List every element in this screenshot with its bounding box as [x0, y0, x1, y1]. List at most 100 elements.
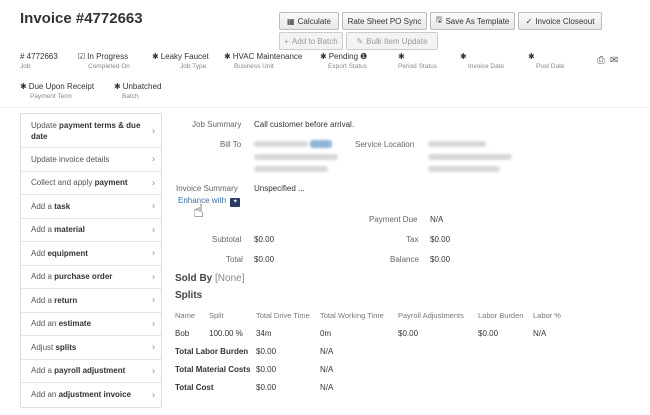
meta-invoice-date: ✱ Invoice Date: [460, 52, 505, 70]
service-location-address-redacted: [428, 154, 512, 160]
check-icon: ✓: [525, 16, 533, 26]
service-location-city-redacted: [428, 166, 500, 172]
chevron-right-icon: ›: [152, 247, 155, 258]
subtotal-value: $0.00: [254, 235, 275, 244]
email-icon[interactable]: ✉: [610, 55, 618, 66]
service-location-name-redacted: [428, 141, 486, 147]
sold-by: Sold By [None]: [175, 273, 245, 284]
subtotal-label: Subtotal: [212, 235, 242, 244]
save-as-template-button[interactable]: 🖫 Save As Template: [430, 12, 515, 30]
asterisk-icon: ✱: [224, 52, 231, 61]
meta-batch: ✱ Unbatched Batch: [114, 82, 162, 100]
sidebar-item-adjustment-invoice[interactable]: Add an adjustment invoice ›: [21, 383, 161, 407]
asterisk-icon: ✱: [320, 52, 327, 61]
total-cost-extra: N/A: [320, 383, 334, 392]
sidebar-item-payment[interactable]: Collect and apply payment ›: [21, 172, 161, 195]
split-row-name: Bob: [175, 329, 190, 338]
sidebar-item-splits[interactable]: Adjust splits ›: [21, 336, 161, 360]
total-material-costs-label: Total Material Costs: [175, 365, 251, 374]
split-row-split: 100.00 %: [209, 329, 243, 338]
job-summary-value: Call customer before arrival.: [254, 120, 355, 129]
col-header-labor-burden: Labor Burden: [478, 311, 524, 320]
sidebar-item-payment-terms[interactable]: Update payment terms & due date ›: [21, 114, 161, 148]
asterisk-icon: ✱: [528, 52, 535, 61]
col-header-labor-percent: Labor %: [533, 311, 561, 320]
sidebar-item-material[interactable]: Add a material ›: [21, 219, 161, 242]
asterisk-icon: ✱: [20, 82, 27, 91]
asterisk-icon: ✱: [114, 82, 121, 91]
bill-to-address-redacted: [254, 154, 338, 160]
action-sidebar: Update payment terms & due date › Update…: [20, 113, 162, 408]
calculate-button[interactable]: ▦ Calculate: [279, 12, 339, 30]
bulk-item-update-button[interactable]: ✎ Bulk Item Update: [346, 32, 438, 50]
col-header-name: Name: [175, 311, 196, 320]
bill-to-tag-redacted: [310, 140, 332, 148]
sidebar-item-estimate[interactable]: Add an estimate ›: [21, 313, 161, 336]
payment-due-value: N/A: [430, 215, 444, 224]
bill-to-city-redacted: [254, 166, 328, 172]
pencil-icon: ✎: [356, 36, 364, 46]
col-header-drive-time: Total Drive Time: [256, 311, 310, 320]
sidebar-item-equipment[interactable]: Add equipment ›: [21, 242, 161, 266]
meta-payment-term: ✱ Due Upon Receipt Payment Term: [20, 82, 95, 100]
meta-period-status: ✱ Period Status: [398, 52, 438, 70]
meta-completed: ☑ In Progress Completed On: [78, 52, 130, 70]
sidebar-item-task[interactable]: Add a task ›: [21, 195, 161, 219]
save-icon: 🖫: [435, 15, 443, 24]
edit-check-icon: ☑: [78, 52, 86, 61]
chevron-right-icon: ›: [152, 224, 155, 235]
meta-business-unit: ✱ HVAC Maintenance Business Unit: [224, 52, 303, 70]
print-icon[interactable]: ⎙: [597, 55, 605, 66]
cursor-hand-icon: ☝: [193, 201, 204, 221]
meta-job-type: ✱ Leaky Faucet Job Type: [152, 52, 209, 70]
meta-export-status: ✱ Pending ❶ Export Status: [320, 52, 368, 70]
chevron-right-icon: ›: [152, 389, 155, 400]
split-row-drive-time: 34m: [256, 329, 272, 338]
col-header-payroll-adjustments: Payroll Adjustments: [398, 311, 464, 320]
plus-icon: +: [284, 36, 289, 46]
add-to-batch-button[interactable]: + Add to Batch: [279, 32, 343, 50]
total-label: Total: [226, 255, 243, 264]
asterisk-icon: ✱: [398, 52, 405, 61]
info-icon[interactable]: ❶: [360, 52, 367, 61]
meta-post-date: ✱ Post Date: [528, 52, 565, 70]
invoice-closeout-button[interactable]: ✓ Invoice Closeout: [518, 12, 602, 30]
page-title: Invoice #4772663: [20, 10, 143, 27]
meta-job: # 4772663 Job: [20, 52, 58, 70]
splits-title: Splits: [175, 290, 203, 301]
header-divider: [0, 107, 650, 108]
chevron-right-icon: ›: [152, 294, 155, 305]
sidebar-item-purchase-order[interactable]: Add a purchase order ›: [21, 266, 161, 289]
split-row-labor-percent: N/A: [533, 329, 547, 338]
enhance-with-link[interactable]: Enhance with ✦: [178, 196, 241, 207]
tax-value: $0.00: [430, 235, 451, 244]
sidebar-item-return[interactable]: Add a return ›: [21, 289, 161, 313]
service-location-label: Service Location: [355, 140, 415, 149]
chevron-right-icon: ›: [152, 271, 155, 282]
ai-badge-icon: ✦: [230, 198, 241, 207]
chevron-right-icon: ›: [152, 200, 155, 211]
total-labor-burden-extra: N/A: [320, 347, 334, 356]
split-row-payroll-adjustments: $0.00: [398, 329, 419, 338]
col-header-working-time: Total Working Time: [320, 311, 384, 320]
chevron-right-icon: ›: [152, 318, 155, 329]
calculator-icon: ▦: [287, 16, 295, 26]
bill-to-label: Bill To: [220, 140, 242, 149]
total-material-costs-extra: N/A: [320, 365, 334, 374]
chevron-right-icon: ›: [152, 125, 155, 135]
sidebar-item-payroll-adjustment[interactable]: Add a payroll adjustment ›: [21, 360, 161, 383]
col-header-split: Split: [209, 311, 224, 320]
total-labor-burden-value: $0.00: [256, 347, 277, 356]
total-cost-value: $0.00: [256, 383, 277, 392]
chevron-right-icon: ›: [152, 341, 155, 352]
tag-icon: ✱: [152, 52, 159, 61]
bill-to-name-redacted: [254, 141, 308, 147]
invoice-summary-label: Invoice Summary: [176, 184, 238, 193]
chevron-right-icon: ›: [152, 153, 155, 164]
job-summary-label: Job Summary: [192, 120, 242, 129]
split-row-labor-burden: $0.00: [478, 329, 499, 338]
total-value: $0.00: [254, 255, 275, 264]
sidebar-item-invoice-details[interactable]: Update invoice details ›: [21, 148, 161, 172]
balance-label: Balance: [390, 255, 419, 264]
rate-sheet-sync-button[interactable]: Rate Sheet PO Sync: [342, 12, 427, 30]
